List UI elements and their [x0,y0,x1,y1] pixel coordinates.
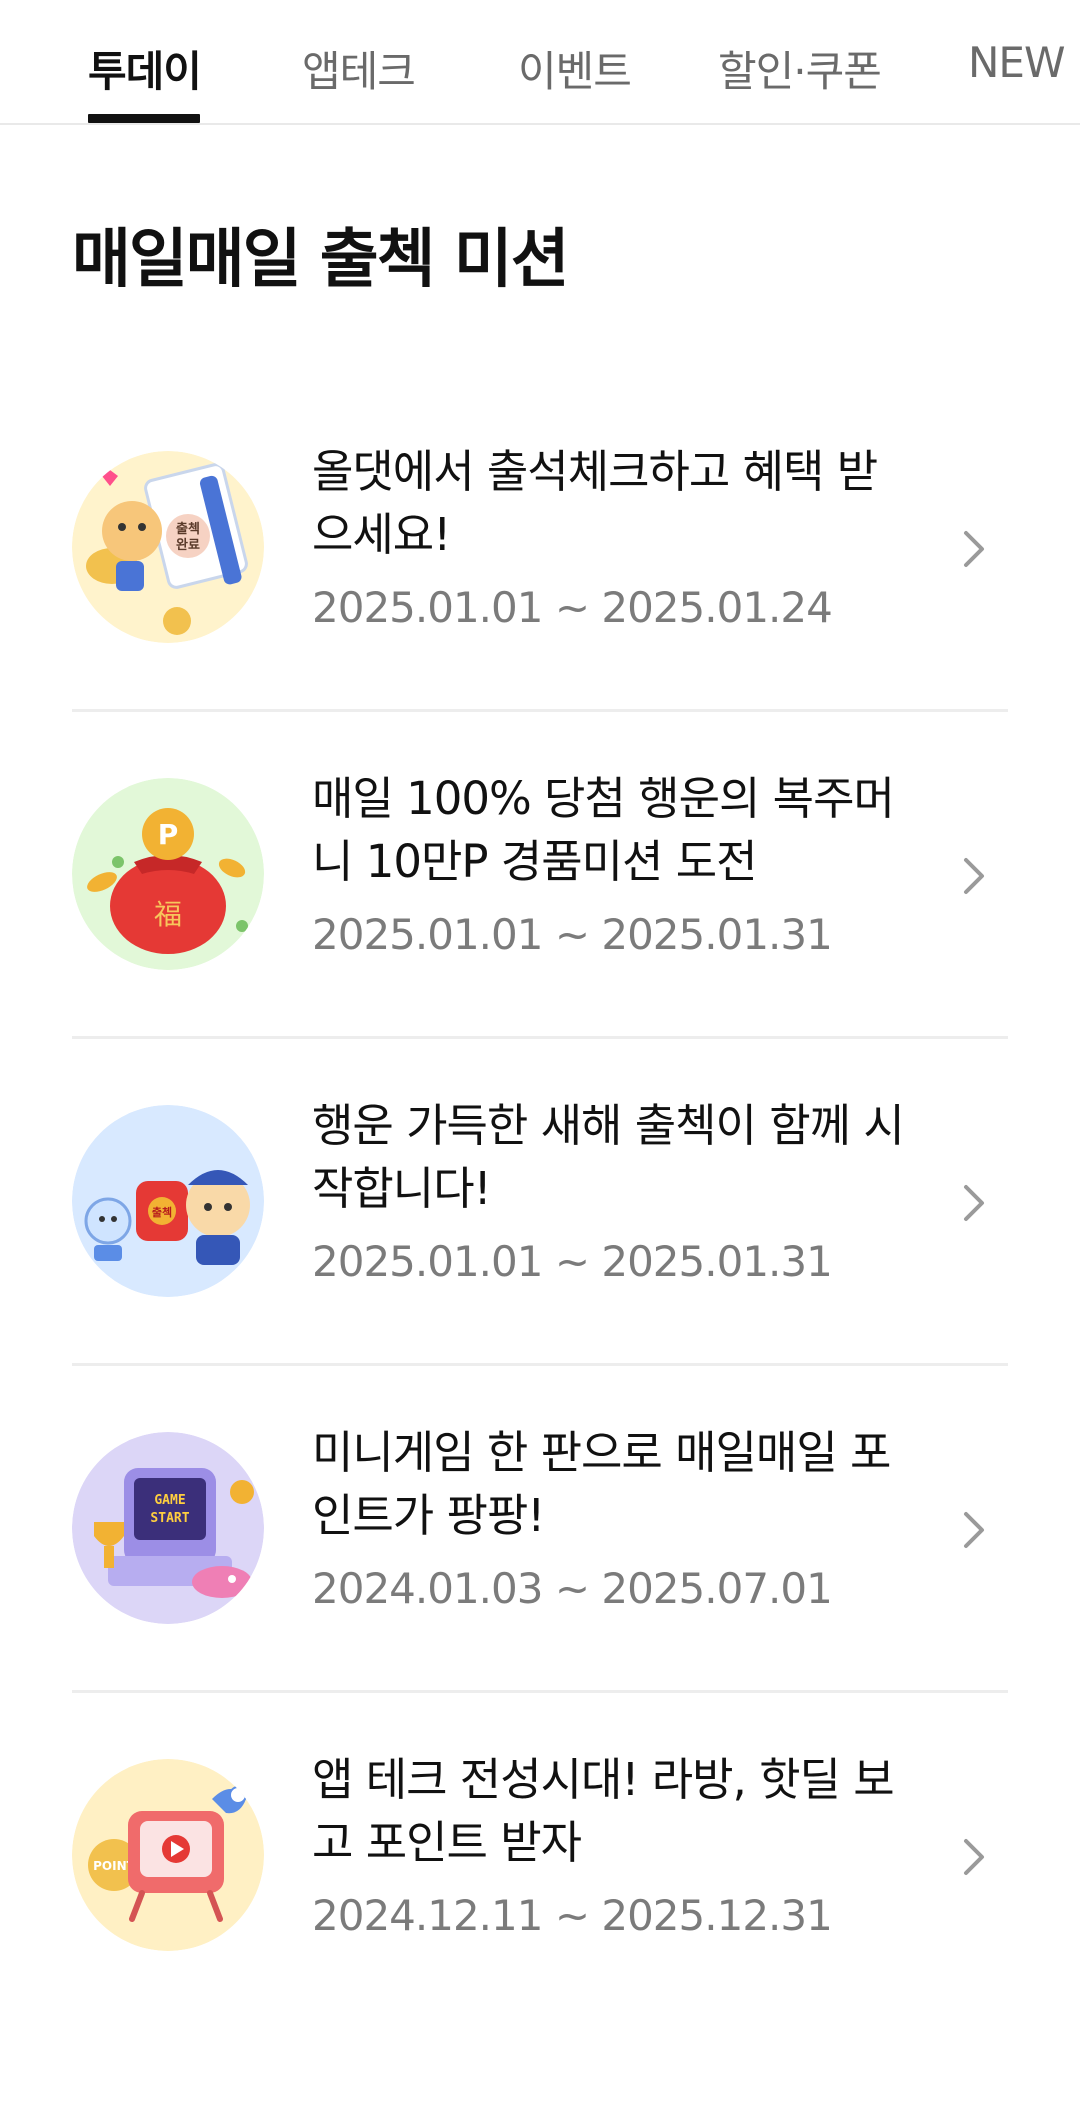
mission-period: 2024.01.03 ~ 2025.07.01 [312,1564,833,1613]
mission-item[interactable]: 출첵 행운 가득한 새해 출첵이 함께 시작합니다! 2025.01.01 ~ … [0,1039,1080,1366]
mission-title: 앱 테크 전성시대! 라방, 핫딜 보고 포인트 받자 [312,1753,895,1869]
mission-item[interactable]: POINT 앱 테크 전성시대! 라방, 핫딜 보고 포인트 받자 2024.1… [0,1693,1080,2020]
top-tab-bar: 투데이 앱테크 이벤트 할인·쿠폰 NEW [0,0,1080,125]
chevron-right-icon [960,1508,990,1552]
tab-discount-coupon[interactable]: 할인·쿠폰 [718,38,882,99]
mission-item[interactable]: 출첵 완료 올댓에서 출석체크하고 혜택 받으세요! 2025.01.01 ~ … [0,385,1080,712]
mission-period: 2024.12.11 ~ 2025.12.31 [312,1891,833,1940]
page-title: 매일매일 출첵 미션 [72,223,570,297]
chevron-right-icon [960,1181,990,1225]
mission-list: 출첵 완료 올댓에서 출석체크하고 혜택 받으세요! 2025.01.01 ~ … [0,385,1080,2020]
tab-events[interactable]: 이벤트 [518,38,632,99]
svg-text:GAME: GAME [154,1493,185,1508]
mission-title: 행운 가득한 새해 출첵이 함께 시작합니다! [312,1099,905,1215]
svg-text:완료: 완료 [176,538,200,553]
chevron-right-icon [960,854,990,898]
retro-tv-icon: POINT [72,1759,264,1951]
chevron-right-icon [960,1835,990,1879]
svg-text:출첵: 출첵 [152,1205,172,1219]
chevron-right-icon [960,527,990,571]
mission-title: 올댓에서 출석체크하고 혜택 받으세요! [312,445,878,561]
mission-title: 미니게임 한 판으로 매일매일 포인트가 팡팡! [312,1426,891,1542]
tab-apptech[interactable]: 앱테크 [302,38,416,99]
mission-title: 매일 100% 당첨 행운의 복주머니 10만P 경품미션 도전 [312,772,895,888]
svg-text:福: 福 [154,898,182,931]
mission-item[interactable]: GAME START 미니게임 한 판으로 매일매일 포인트가 팡팡! 2024… [0,1366,1080,1693]
tab-today[interactable]: 투데이 [88,38,202,99]
mission-period: 2025.01.01 ~ 2025.01.31 [312,910,833,959]
tab-new[interactable]: NEW [968,38,1065,87]
mission-period: 2025.01.01 ~ 2025.01.24 [312,583,833,632]
active-tab-indicator [88,114,200,123]
mission-item[interactable]: P 福 매일 100% 당첨 행운의 복주머니 10만P 경품미션 도전 202… [0,712,1080,1039]
svg-text:출첵: 출첵 [176,521,200,537]
mission-period: 2025.01.01 ~ 2025.01.31 [312,1237,833,1286]
svg-text:START: START [150,1511,189,1526]
attendance-calendar-icon: 출첵 완료 [72,451,264,643]
lucky-pouch-icon: P 福 [72,778,264,970]
new-year-characters-icon: 출첵 [72,1105,264,1297]
game-console-icon: GAME START [72,1432,264,1624]
svg-text:P: P [158,818,179,851]
